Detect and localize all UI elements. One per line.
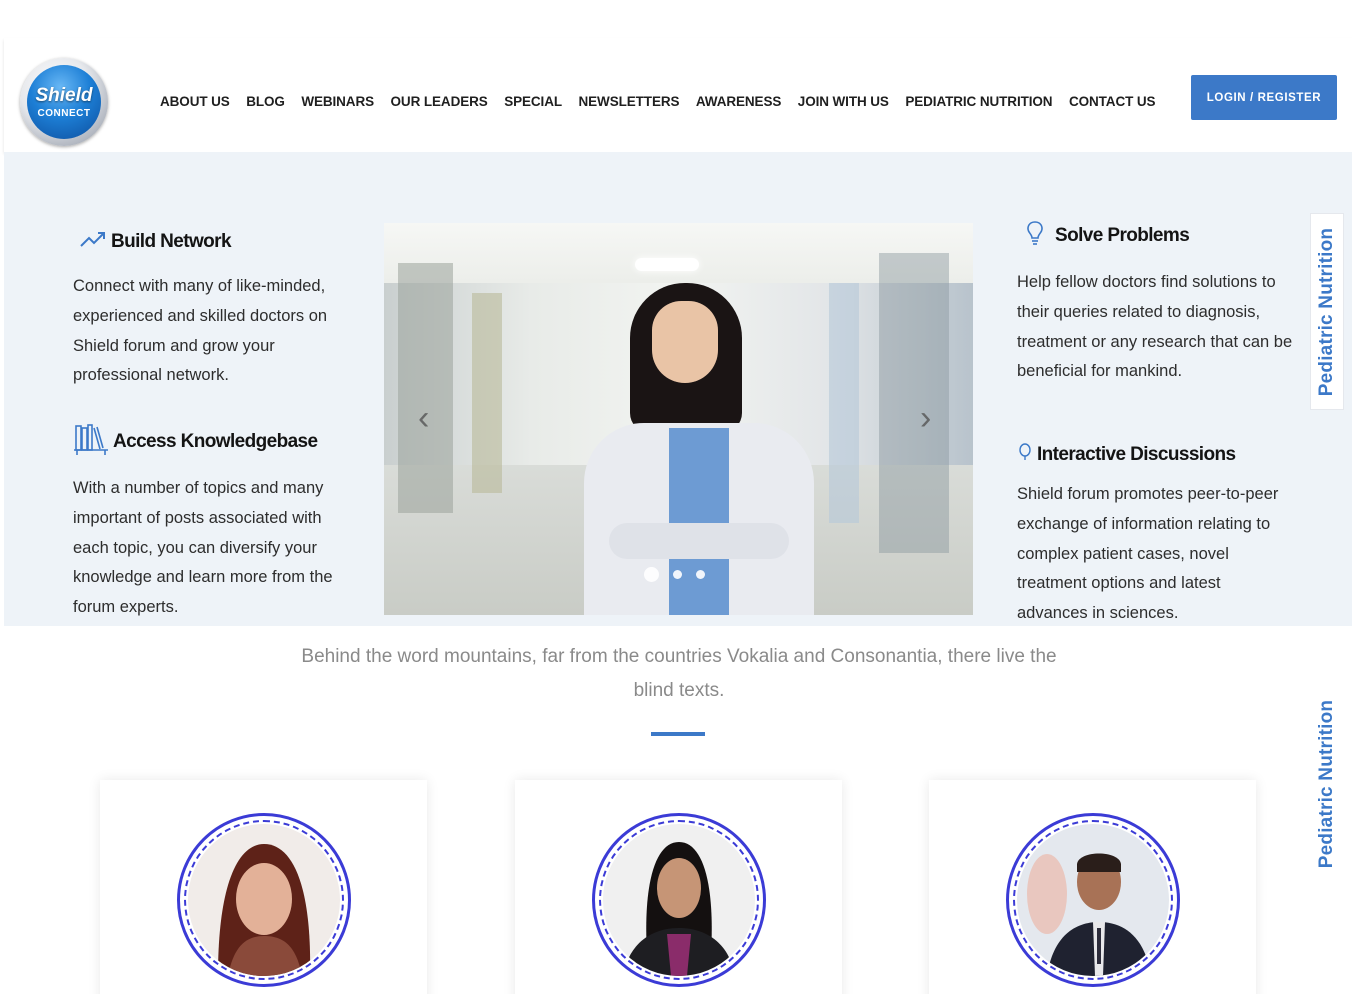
nav-our-leaders[interactable]: OUR LEADERS (391, 94, 488, 109)
logo[interactable]: Shield CONNECT (20, 58, 108, 146)
doctor-face (652, 301, 718, 383)
corridor-door (472, 293, 502, 493)
logo-text-shield: Shield (35, 85, 93, 106)
leader-card-3[interactable] (929, 780, 1256, 994)
pediatric-nutrition-side-tab[interactable]: Pediatric Nutrition (1310, 685, 1344, 882)
doctor-arms (609, 523, 789, 559)
login-register-button[interactable]: LOGIN / REGISTER (1191, 75, 1337, 120)
nav-about-us[interactable]: ABOUT US (160, 94, 230, 109)
hero-section: Build Network Connect with many of like-… (4, 152, 1352, 626)
feature-title: Interactive Discussions (1037, 444, 1236, 465)
bookshelf-icon (73, 422, 109, 462)
avatar (1017, 824, 1169, 976)
avatar (603, 824, 755, 976)
logo-badge: Shield CONNECT (27, 65, 101, 139)
side-tab-label: Pediatric Nutrition (1316, 227, 1337, 396)
side-tab-label: Pediatric Nutrition (1316, 699, 1337, 868)
corridor-door (398, 263, 453, 513)
feature-title: Build Network (111, 231, 232, 252)
doctor-scrubs (669, 428, 729, 615)
section-divider (651, 732, 705, 736)
nav-contact-us[interactable]: CONTACT US (1069, 94, 1156, 109)
feature-description: Connect with many of like-minded, experi… (73, 277, 328, 385)
feature-build-network: Build Network Connect with many of like-… (73, 228, 354, 391)
nav-webinars[interactable]: WEBINARS (301, 94, 374, 109)
corridor-door (829, 283, 859, 523)
feature-interactive-discussions: Interactive Discussions Shield forum pro… (1017, 442, 1292, 629)
lightbulb-icon (1025, 220, 1045, 252)
feature-access-knowledgebase: Access Knowledgebase With a number of to… (73, 422, 348, 623)
site-header: Shield CONNECT ABOUT US BLOG WEBINARS OU… (4, 38, 1352, 152)
chat-bubble-icon (1017, 442, 1033, 468)
nav-special[interactable]: SPECIAL (504, 94, 562, 109)
feature-solve-problems: Solve Problems Help fellow doctors find … (1017, 220, 1295, 387)
carousel-dot-1[interactable] (644, 567, 659, 582)
leader-card-2[interactable] (515, 780, 842, 994)
section-tagline: Behind the word mountains, far from the … (301, 646, 1057, 701)
avatar-ring (177, 813, 351, 987)
image-carousel[interactable]: ‹ › (384, 223, 973, 615)
carousel-prev-arrow-icon[interactable]: ‹ (418, 401, 429, 435)
pediatric-nutrition-side-tab[interactable]: Pediatric Nutrition (1310, 213, 1344, 410)
main-nav: ABOUT US BLOG WEBINARS OUR LEADERS SPECI… (160, 94, 1172, 109)
carousel-dot-2[interactable] (673, 570, 682, 579)
leader-card-1[interactable] (100, 780, 427, 994)
carousel-dot-3[interactable] (696, 570, 705, 579)
nav-awareness[interactable]: AWARENESS (696, 94, 781, 109)
carousel-dots (644, 567, 705, 582)
nav-join-with-us[interactable]: JOIN WITH US (798, 94, 889, 109)
page: Shield CONNECT ABOUT US BLOG WEBINARS OU… (0, 0, 1352, 994)
nav-newsletters[interactable]: NEWSLETTERS (579, 94, 680, 109)
avatar (188, 824, 340, 976)
nav-pediatric-nutrition[interactable]: PEDIATRIC NUTRITION (905, 94, 1052, 109)
ceiling-light (635, 258, 699, 271)
feature-title: Solve Problems (1055, 225, 1190, 246)
trending-up-icon (79, 228, 107, 256)
feature-description: Help fellow doctors find solutions to th… (1017, 273, 1293, 381)
logo-text-connect: CONNECT (37, 108, 91, 119)
avatar-ring (1006, 813, 1180, 987)
avatar-ring (592, 813, 766, 987)
nav-blog[interactable]: BLOG (246, 94, 285, 109)
feature-description: With a number of topics and many importa… (73, 479, 333, 617)
feature-title: Access Knowledgebase (113, 431, 318, 452)
feature-description: Shield forum promotes peer-to-peer excha… (1017, 485, 1279, 623)
carousel-next-arrow-icon[interactable]: › (920, 401, 931, 435)
corridor-door (879, 253, 949, 553)
